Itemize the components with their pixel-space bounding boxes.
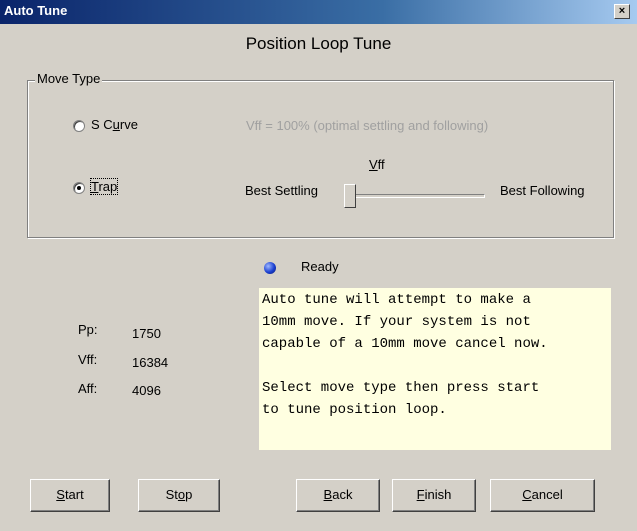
cancel-button[interactable]: Cancel	[490, 479, 595, 512]
status-indicator-icon	[264, 262, 276, 274]
finish-label-accel: F	[416, 487, 425, 502]
finish-button[interactable]: Finish	[392, 479, 476, 512]
s-curve-label-pre: S C	[91, 117, 113, 132]
cancel-label-post: ancel	[531, 487, 563, 502]
vff-slider-thumb[interactable]	[344, 184, 356, 208]
status-text: Ready	[301, 259, 339, 274]
close-icon: ×	[618, 5, 626, 17]
start-label-accel: S	[56, 487, 65, 502]
gain-name-pp: Pp:	[78, 322, 98, 337]
cancel-label-accel: C	[522, 487, 532, 502]
stop-label-pre: St	[165, 487, 178, 502]
back-label-post: ack	[332, 487, 353, 502]
vff-label-post: ff	[377, 157, 385, 172]
start-button[interactable]: Start	[30, 479, 110, 512]
vff-slider-label: Vff	[369, 157, 385, 172]
vff-label-accel: V	[369, 157, 378, 172]
finish-label-post: inish	[424, 487, 452, 502]
page-title: Position Loop Tune	[245, 34, 392, 53]
vff-slider-track[interactable]	[345, 194, 485, 198]
vff-right-label: Best Following	[500, 183, 585, 198]
gain-value-aff: 4096	[132, 383, 161, 398]
close-button[interactable]: ×	[614, 4, 630, 19]
gain-value-vff: 16384	[132, 355, 169, 370]
instructions-text: Auto tune will attempt to make a 10mm mo…	[259, 288, 611, 450]
trap-label[interactable]: Trap	[89, 178, 119, 195]
title-bar	[0, 0, 637, 24]
back-button[interactable]: Back	[296, 479, 380, 512]
s-curve-label-accel: u	[112, 117, 120, 132]
stop-button[interactable]: Stop	[138, 479, 220, 512]
stop-label-post: p	[185, 487, 193, 502]
trap-radio[interactable]	[73, 182, 85, 194]
start-label-post: tart	[64, 487, 84, 502]
trap-label-post: rap	[98, 179, 118, 194]
move-type-group	[27, 80, 614, 238]
s-curve-label-post: rve	[119, 117, 138, 132]
back-label-accel: B	[323, 487, 333, 502]
s-curve-radio[interactable]	[73, 120, 85, 132]
s-curve-label[interactable]: S Curve	[91, 117, 138, 132]
window-title: Auto Tune	[4, 3, 68, 18]
s-curve-note: Vff = 100% (optimal settling and followi…	[246, 118, 489, 133]
move-type-group-label: Move Type	[35, 71, 103, 86]
radio-selected-dot	[77, 186, 81, 190]
gain-value-pp: 1750	[132, 326, 161, 341]
gain-name-aff: Aff:	[78, 381, 98, 396]
vff-left-label: Best Settling	[245, 183, 318, 198]
gain-name-vff: Vff:	[78, 352, 98, 367]
